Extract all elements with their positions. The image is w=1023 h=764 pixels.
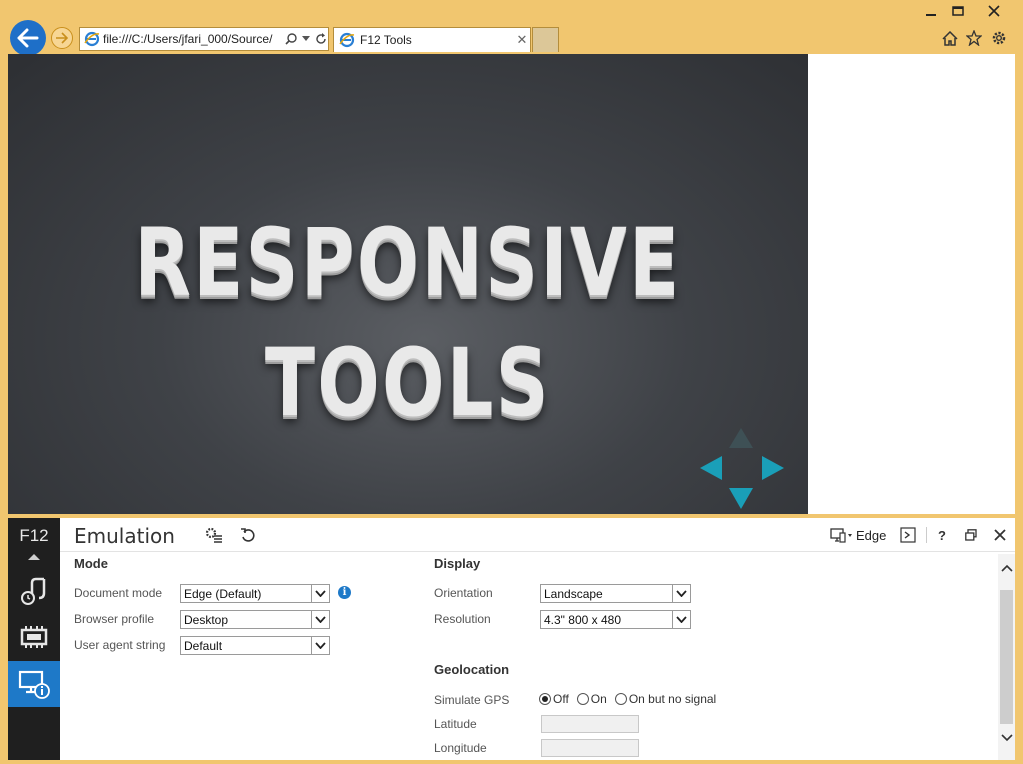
browser-profile-label: Browser profile [74, 612, 155, 626]
console-icon[interactable] [898, 526, 918, 544]
browser-profile-value: Desktop [184, 612, 229, 627]
gps-radio-off[interactable]: Off [539, 692, 569, 706]
tab-close-icon[interactable]: ✕ [514, 32, 530, 48]
chevron-down-icon[interactable] [672, 611, 690, 628]
scroll-thumb[interactable] [1000, 590, 1013, 724]
maximize-icon [952, 6, 964, 16]
latitude-input[interactable] [541, 715, 639, 733]
minimize-icon [926, 14, 936, 16]
slide-right-arrow-icon[interactable] [762, 456, 784, 480]
back-button[interactable] [10, 20, 46, 56]
browser-target-label: Edge [856, 527, 887, 543]
ie-page-icon [84, 31, 100, 47]
scroll-up-icon[interactable] [998, 560, 1015, 576]
page-viewport: RESPONSIVE TOOLS [8, 54, 1015, 514]
minimize-button[interactable] [916, 0, 946, 22]
ie-tab-icon [339, 32, 355, 48]
chevron-down-icon[interactable] [672, 585, 690, 602]
search-icon[interactable] [283, 29, 298, 49]
header-divider [926, 527, 927, 543]
slide-down-arrow-icon[interactable] [729, 488, 753, 509]
chevron-down-icon[interactable] [311, 585, 329, 602]
mode-heading: Mode [74, 556, 108, 571]
settings-gear-icon[interactable] [988, 28, 1010, 48]
display-heading: Display [434, 556, 481, 571]
address-bar[interactable]: file:///C:/Users/jfari_000/Source/ [79, 27, 329, 51]
scroll-down-icon[interactable] [998, 730, 1015, 746]
orientation-label: Orientation [434, 586, 493, 600]
collapse-caret-icon[interactable] [28, 554, 40, 560]
document-mode-label: Document mode [74, 586, 163, 600]
gps-option-label: On but no signal [628, 692, 717, 706]
gps-radio-group: Off On On but no signal [539, 692, 724, 706]
close-window-button[interactable] [978, 0, 1010, 22]
forward-arrow-icon [56, 32, 69, 44]
emulation-monitor-icon [18, 670, 50, 699]
sidebar-tool-emulation[interactable] [8, 661, 60, 707]
f12-label: F12 [19, 526, 49, 545]
devtools-sidebar: F12 [8, 518, 60, 760]
emulation-settings-icon[interactable] [204, 526, 224, 544]
close-icon [988, 5, 1000, 17]
device-target-icon [830, 528, 852, 543]
presentation-slide: RESPONSIVE TOOLS [8, 54, 808, 514]
devtools-header: Emulation Edge ? [60, 518, 1015, 552]
latitude-label: Latitude [434, 717, 477, 731]
longitude-label: Longitude [434, 741, 487, 755]
browser-profile-select[interactable]: Desktop [180, 610, 330, 629]
chevron-down-icon[interactable] [311, 611, 329, 628]
undock-icon[interactable] [961, 526, 981, 544]
gps-radio-on[interactable]: On [576, 692, 607, 706]
resolution-label: Resolution [434, 612, 491, 626]
user-agent-value: Default [184, 638, 223, 653]
refresh-icon[interactable] [313, 29, 328, 49]
f12-devtools-pane: F12 Emulation Edge ? Mode Document mode … [8, 518, 1015, 760]
gps-option-label: Off [553, 692, 569, 706]
user-agent-select[interactable]: Default [180, 636, 330, 655]
dropdown-icon[interactable] [298, 29, 313, 49]
simulate-gps-label: Simulate GPS [434, 693, 510, 707]
help-button[interactable]: ? [932, 526, 952, 544]
slide-title: RESPONSIVE TOOLS [134, 209, 682, 438]
reset-icon[interactable] [238, 526, 258, 544]
panel-title: Emulation [74, 524, 175, 548]
browser-titlebar: file:///C:/Users/jfari_000/Source/ F12 T… [0, 0, 1023, 56]
back-arrow-icon [17, 28, 39, 48]
orientation-select[interactable]: Landscape [540, 584, 691, 603]
sidebar-tool-memory[interactable] [8, 614, 60, 660]
new-tab-button[interactable] [532, 27, 559, 52]
address-url[interactable]: file:///C:/Users/jfari_000/Source/ [103, 32, 283, 46]
gps-option-label: On [590, 692, 607, 706]
performance-clock-icon [21, 577, 46, 605]
orientation-value: Landscape [544, 586, 603, 601]
memory-chip-icon [20, 626, 48, 648]
gps-radio-no-signal[interactable]: On but no signal [614, 692, 717, 706]
resolution-select[interactable]: 4.3" 800 x 480 [540, 610, 691, 629]
user-agent-label: User agent string [74, 638, 166, 652]
radio-unchecked-icon[interactable] [614, 693, 627, 705]
browser-target-selector[interactable]: Edge [830, 525, 886, 545]
info-icon[interactable]: i [338, 586, 351, 599]
home-icon[interactable] [939, 28, 961, 48]
vertical-scrollbar[interactable] [998, 554, 1015, 760]
document-mode-select[interactable]: Edge (Default) [180, 584, 330, 603]
slide-up-arrow-icon[interactable] [729, 428, 753, 448]
close-devtools-icon[interactable] [990, 526, 1010, 544]
radio-unchecked-icon[interactable] [576, 693, 589, 705]
sidebar-tool-performance[interactable] [8, 568, 60, 614]
chevron-down-icon[interactable] [311, 637, 329, 654]
resolution-value: 4.3" 800 x 480 [544, 612, 621, 627]
slide-left-arrow-icon[interactable] [700, 456, 722, 480]
radio-checked-icon[interactable] [539, 693, 551, 705]
geolocation-heading: Geolocation [434, 662, 510, 677]
tab-f12-tools[interactable]: F12 Tools ✕ [333, 27, 531, 52]
favorites-star-icon[interactable] [963, 28, 985, 48]
document-mode-value: Edge (Default) [184, 586, 262, 601]
longitude-input[interactable] [541, 739, 639, 757]
forward-button[interactable] [51, 27, 73, 49]
tab-title: F12 Tools [360, 33, 412, 47]
maximize-button[interactable] [943, 0, 973, 22]
